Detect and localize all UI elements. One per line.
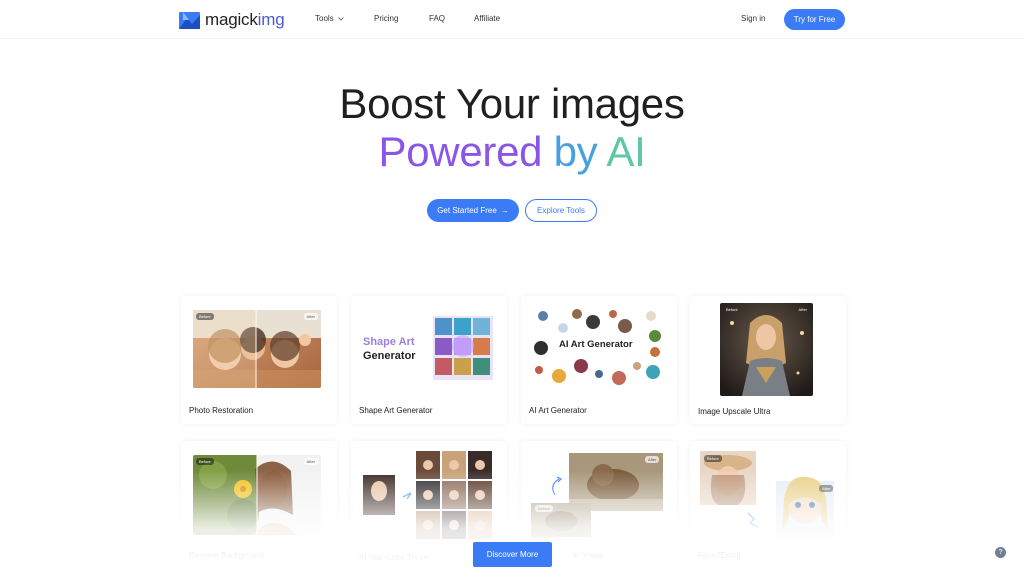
try-for-free-button[interactable]: Try for Free [784,9,845,30]
tool-card-label: AI Hair Color Try-on [359,553,430,562]
get-started-free-button[interactable]: Get Started Free → [427,199,519,222]
image-tool-thumbnail: Before After [521,447,677,541]
discover-more-button[interactable]: Discover More [473,542,552,567]
after-tag: After [819,485,834,492]
tool-card-face2emoji[interactable]: Before After Face2Emoji [690,441,846,569]
tool-card-label: AI Art Generator [529,406,587,415]
ai-art-thumbnail: AI Art Generator [529,304,669,390]
image-upscale-thumbnail: Before After [720,303,813,396]
tool-card-label: Image Upscale Ultra [698,407,771,416]
nav-tools-dropdown[interactable]: Tools [315,14,344,23]
tool-card-label: Shape Art Generator [359,406,433,415]
photo-restoration-thumbnail: Before After [193,310,321,388]
tool-card-label: le Image [573,551,604,560]
before-tag: Before [196,313,214,320]
tool-card-ai-art-generator[interactable]: AI Art Generator AI Art Generator [521,296,677,424]
logo[interactable]: magickimg [179,10,285,30]
tool-card-label: Remove Background [189,551,264,560]
hero-subtitle: Powered by AI [378,128,646,175]
after-tag: After [645,456,660,463]
before-tag: Before [726,307,738,312]
help-icon[interactable]: ? [995,547,1006,558]
before-tag: Before [535,505,553,512]
tool-card-remove-background[interactable]: Before After Remove Background [181,441,337,569]
after-tag: After [303,313,318,320]
nav-affiliate[interactable]: Affiliate [474,14,500,23]
chevron-down-icon [337,16,344,21]
arrow-right-icon: → [500,206,509,215]
after-tag: After [303,458,318,465]
before-tag: Before [196,458,214,465]
hero-title: Boost Your images [339,80,685,127]
explore-tools-button[interactable]: Explore Tools [525,199,597,222]
hair-color-thumbnail [361,449,497,541]
logo-icon [179,11,200,29]
tool-card-label: Photo Restoration [189,406,254,415]
tool-card-image-upscale-ultra[interactable]: Before After Image Upscale Ultra [690,296,846,424]
face2emoji-thumbnail: Before After [698,449,838,541]
sign-in-link[interactable]: Sign in [741,14,765,23]
nav-faq[interactable]: FAQ [429,14,445,23]
shape-art-thumbnail: Shape Art Generator [357,312,501,384]
nav-tools-label: Tools [315,14,334,23]
tool-card-photo-restoration[interactable]: Before After Photo Restoration [181,296,337,424]
before-tag: Before [704,455,722,462]
remove-background-thumbnail: Before After [193,455,321,535]
nav-pricing[interactable]: Pricing [374,14,398,23]
after-tag: After [798,307,807,312]
get-started-label: Get Started Free [437,206,497,215]
tool-card-shape-art-generator[interactable]: Shape Art Generator Shape Art Generator [351,296,507,424]
top-nav-bar: magickimg Tools Pricing FAQ Affiliate Si… [0,0,1024,39]
logo-text: magickimg [205,10,285,29]
tool-card-label: Face2Emoji [698,551,741,560]
